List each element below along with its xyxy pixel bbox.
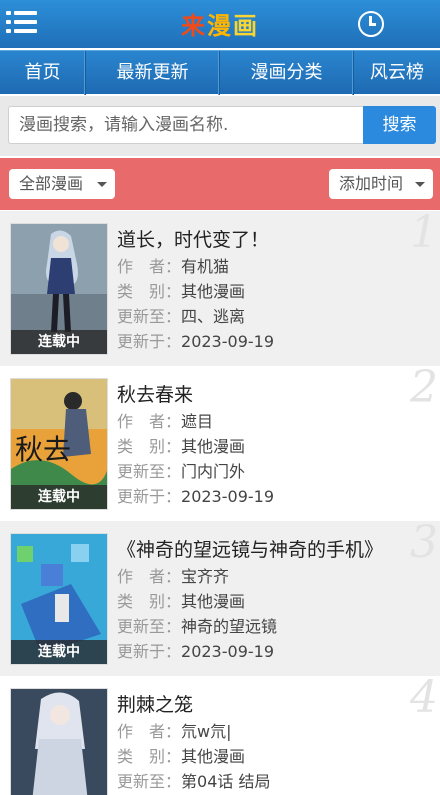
status-badge: 连载中 bbox=[11, 485, 107, 509]
comic-category: 其他漫画 bbox=[181, 437, 246, 456]
rank-number: 3 bbox=[410, 517, 438, 568]
search-bar: 漫画搜索，请输入漫画名称. 搜索 bbox=[0, 96, 440, 156]
comic-latest-chapter-row: 更新至：第04话 结局 bbox=[117, 772, 271, 791]
sort-select-value: 添加时间 bbox=[339, 174, 404, 193]
comic-cover[interactable]: 连载中 bbox=[10, 223, 108, 355]
comic-author: 遮目 bbox=[181, 412, 214, 431]
comic-title[interactable]: 道长，时代变了！ bbox=[117, 225, 269, 252]
comic-latest-chapter-row: 更新至：神奇的望远镜 bbox=[117, 617, 278, 636]
sort-select[interactable]: 添加时间 bbox=[329, 169, 433, 199]
comic-list-item[interactable]: 荆棘之笼 作 者：氘w氘| 类 别：其他漫画 更新至：第04话 结局 4 bbox=[0, 672, 440, 795]
comic-category: 其他漫画 bbox=[181, 592, 246, 611]
comic-category: 其他漫画 bbox=[181, 282, 246, 301]
status-badge: 连载中 bbox=[11, 330, 107, 354]
comic-author-row: 作 者：氘w氘| bbox=[117, 722, 232, 741]
caret-down-icon bbox=[415, 182, 425, 187]
rank-number: 4 bbox=[410, 672, 438, 723]
comic-updated-date-row: 更新于：2023-09-19 bbox=[117, 642, 274, 661]
comic-category-row: 类 别：其他漫画 bbox=[117, 437, 246, 456]
comic-title[interactable]: 《神奇的望远镜与神奇的手机》 bbox=[117, 535, 383, 562]
comic-list-item[interactable]: 秋去 连载中 秋去春来 作 者：遮目 类 别：其他漫画 更新至：门内门外 更新于… bbox=[0, 362, 440, 521]
comic-updated-date-row: 更新于：2023-09-19 bbox=[117, 487, 274, 506]
comic-updated-date: 2023-09-19 bbox=[181, 332, 274, 351]
comic-list: 连载中 道长，时代变了！ 作 者：有机猫 类 别：其他漫画 更新至：四、逃离 更… bbox=[0, 207, 440, 795]
comic-author: 有机猫 bbox=[181, 257, 230, 276]
comic-latest-chapter-row: 更新至：四、逃离 bbox=[117, 307, 246, 326]
comic-latest-chapter: 四、逃离 bbox=[181, 307, 246, 326]
comic-updated-date-row: 更新于：2023-09-19 bbox=[117, 332, 274, 351]
nav-latest-updates[interactable]: 最新更新 bbox=[86, 51, 220, 95]
comic-category-row: 类 别：其他漫画 bbox=[117, 282, 246, 301]
nav-categories[interactable]: 漫画分类 bbox=[220, 51, 354, 95]
rank-number: 2 bbox=[410, 362, 438, 413]
comic-cover[interactable] bbox=[10, 688, 108, 795]
comic-author-row: 作 者：遮目 bbox=[117, 412, 214, 431]
category-select[interactable]: 全部漫画 bbox=[9, 169, 115, 199]
comic-updated-date: 2023-09-19 bbox=[181, 487, 274, 506]
caret-down-icon bbox=[97, 182, 107, 187]
comic-author: 宝齐齐 bbox=[181, 567, 230, 586]
category-select-value: 全部漫画 bbox=[19, 174, 84, 193]
history-clock-icon[interactable] bbox=[358, 11, 384, 37]
comic-list-item[interactable]: 连载中 《神奇的望远镜与神奇的手机》 作 者：宝齐齐 类 别：其他漫画 更新至：… bbox=[0, 517, 440, 676]
main-nav: 首页 最新更新 漫画分类 风云榜 bbox=[0, 50, 440, 95]
svg-text:秋去: 秋去 bbox=[15, 433, 71, 466]
comic-author-row: 作 者：宝齐齐 bbox=[117, 567, 230, 586]
comic-latest-chapter: 门内门外 bbox=[181, 462, 246, 481]
comic-cover[interactable]: 秋去 连载中 bbox=[10, 378, 108, 510]
status-badge: 连载中 bbox=[11, 640, 107, 664]
comic-cover[interactable]: 连载中 bbox=[10, 533, 108, 665]
comic-author-row: 作 者：有机猫 bbox=[117, 257, 230, 276]
comic-latest-chapter: 神奇的望远镜 bbox=[181, 617, 278, 636]
comic-list-item[interactable]: 连载中 道长，时代变了！ 作 者：有机猫 类 别：其他漫画 更新至：四、逃离 更… bbox=[0, 207, 440, 366]
comic-title[interactable]: 秋去春来 bbox=[117, 380, 193, 407]
nav-home[interactable]: 首页 bbox=[0, 51, 86, 95]
rank-number: 1 bbox=[410, 207, 438, 258]
nav-rankings[interactable]: 风云榜 bbox=[354, 51, 440, 95]
comic-category-row: 类 别：其他漫画 bbox=[117, 592, 246, 611]
comic-updated-date: 2023-09-19 bbox=[181, 642, 274, 661]
comic-latest-chapter-row: 更新至：门内门外 bbox=[117, 462, 246, 481]
comic-category-row: 类 别：其他漫画 bbox=[117, 747, 246, 766]
comic-category: 其他漫画 bbox=[181, 747, 246, 766]
filter-bar: 全部漫画 添加时间 bbox=[0, 158, 440, 210]
comic-title[interactable]: 荆棘之笼 bbox=[117, 690, 193, 717]
app-header: 来漫画 bbox=[0, 0, 440, 48]
comic-latest-chapter: 第04话 结局 bbox=[181, 772, 271, 791]
search-input[interactable]: 漫画搜索，请输入漫画名称. bbox=[8, 106, 364, 144]
search-button[interactable]: 搜索 bbox=[363, 106, 436, 144]
comic-author: 氘w氘| bbox=[181, 722, 232, 741]
